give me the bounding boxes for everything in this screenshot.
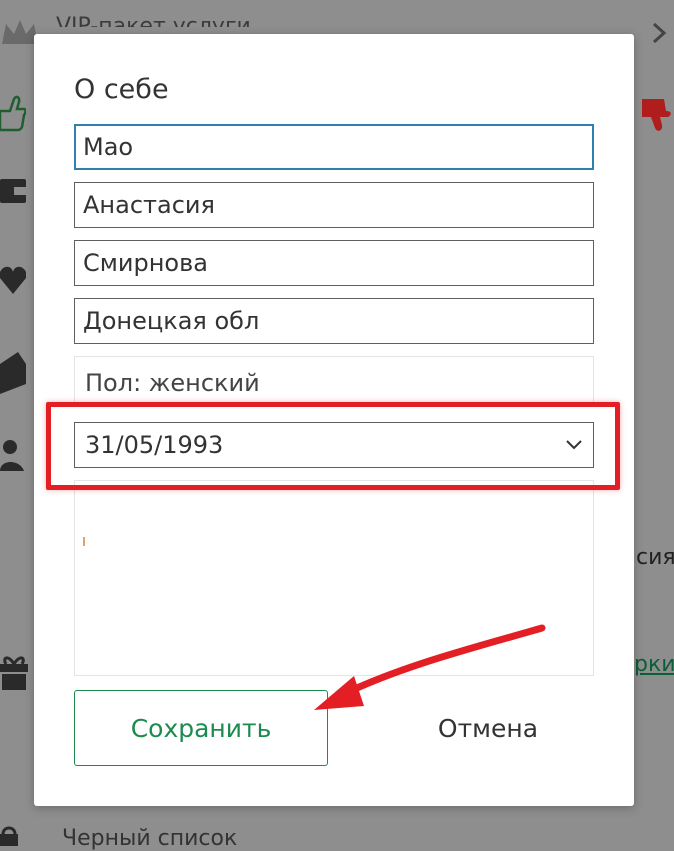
background-side-link: рки [634, 652, 674, 677]
red-arrow-icon [314, 624, 546, 710]
dialog-title: О себе [74, 74, 169, 105]
gender-select[interactable]: Пол: женский [74, 356, 594, 406]
lock-icon [0, 826, 18, 846]
user-icon [0, 440, 24, 471]
first-name-input[interactable] [74, 182, 594, 228]
gift-icon [0, 656, 28, 690]
wallet-icon [0, 179, 26, 203]
gender-value: Пол: женский [85, 369, 260, 397]
tag-icon [0, 352, 26, 394]
text-caret [83, 537, 85, 546]
heart-icon [0, 266, 26, 294]
nickname-input[interactable] [74, 124, 594, 170]
thumb-down-icon [642, 99, 671, 131]
last-name-input[interactable] [74, 240, 594, 286]
thumb-up-icon [0, 95, 26, 132]
background-side-text: сия [636, 545, 674, 570]
background-blacklist-item: Черный список [62, 826, 238, 851]
region-input[interactable] [74, 298, 594, 344]
date-highlight-frame [46, 402, 620, 490]
chevron-right-icon [652, 22, 667, 44]
